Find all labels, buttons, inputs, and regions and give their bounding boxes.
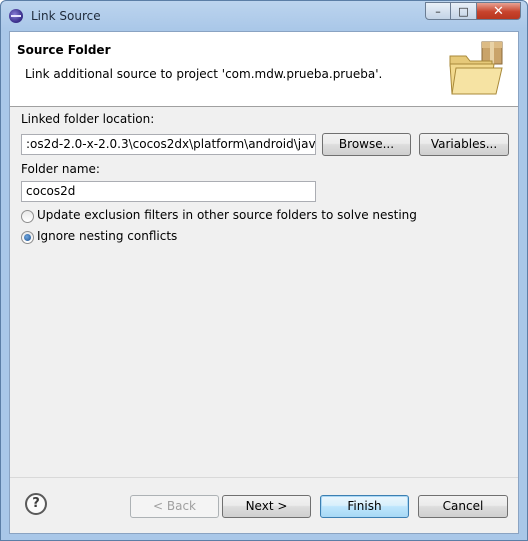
folder-with-package-icon: [449, 41, 503, 95]
dialog-window: Link Source – □ ✕ Source Folder Link add…: [0, 0, 528, 541]
minimize-button[interactable]: –: [425, 2, 451, 20]
update-exclusion-radio[interactable]: [21, 210, 34, 223]
maximize-button[interactable]: □: [451, 2, 477, 20]
wizard-banner: Source Folder Link additional source to …: [10, 32, 518, 107]
browse-button[interactable]: Browse...: [322, 133, 411, 156]
window-controls: – □ ✕: [425, 2, 521, 22]
window-title: Link Source: [31, 9, 101, 23]
ignore-nesting-radio[interactable]: [21, 231, 34, 244]
close-button[interactable]: ✕: [477, 2, 521, 20]
cancel-button[interactable]: Cancel: [418, 495, 508, 518]
linked-location-label: Linked folder location:: [21, 112, 155, 126]
back-button[interactable]: < Back: [130, 495, 219, 518]
folder-name-label: Folder name:: [21, 162, 100, 176]
title-bar[interactable]: Link Source – □ ✕: [1, 1, 527, 31]
eclipse-app-icon: [9, 9, 23, 23]
footer-separator: [10, 477, 518, 478]
folder-name-input[interactable]: cocos2d: [21, 181, 316, 202]
linked-location-input[interactable]: :os2d-2.0-x-2.0.3\cocos2dx\platform\andr…: [21, 134, 316, 155]
help-icon[interactable]: ?: [25, 493, 47, 515]
page-description: Link additional source to project 'com.m…: [25, 67, 383, 81]
finish-button[interactable]: Finish: [320, 495, 409, 518]
next-button[interactable]: Next >: [222, 495, 311, 518]
update-exclusion-label[interactable]: Update exclusion filters in other source…: [37, 208, 417, 222]
variables-button[interactable]: Variables...: [419, 133, 509, 156]
ignore-nesting-label[interactable]: Ignore nesting conflicts: [37, 229, 177, 243]
dialog-body: Source Folder Link additional source to …: [9, 31, 519, 534]
page-title: Source Folder: [17, 43, 111, 57]
